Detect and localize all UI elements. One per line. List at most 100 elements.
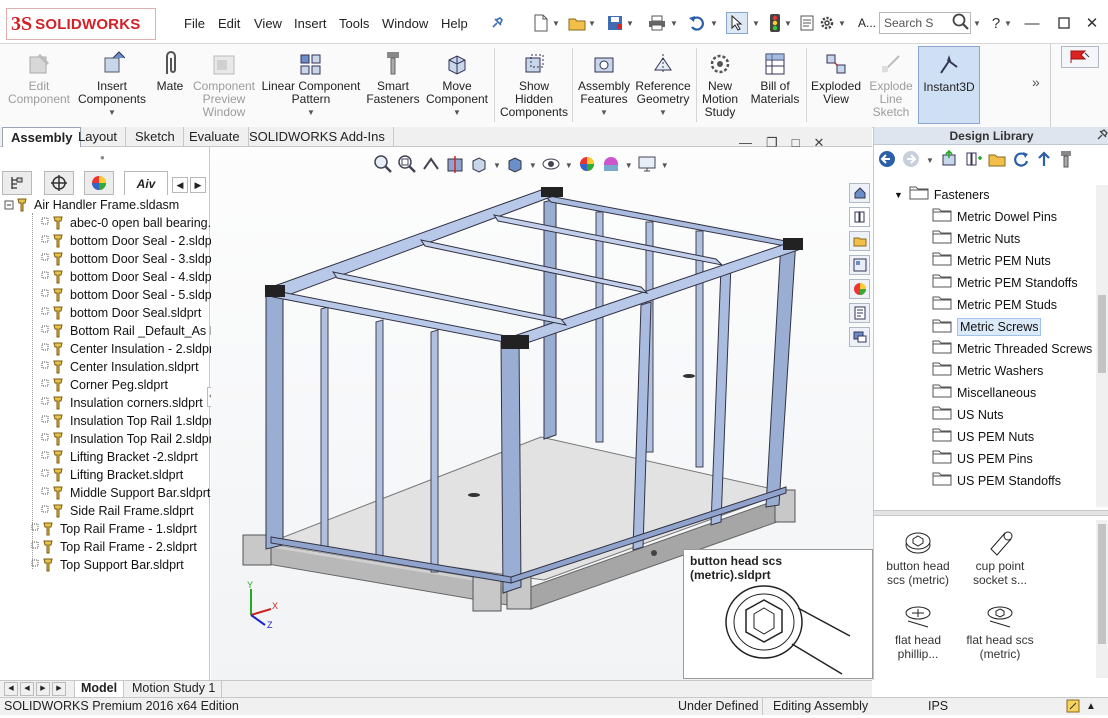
tree-item[interactable]: Insulation Top Rail 1.sldpr (40, 412, 213, 430)
tree-item[interactable]: Top Support Bar.sldprt (30, 556, 184, 574)
chevron-right-icon[interactable]: ▶ (190, 177, 206, 193)
units-status[interactable]: IPS (928, 698, 948, 715)
apply-scene-icon[interactable] (601, 154, 621, 177)
edit-component-button[interactable]: Edit Component (6, 50, 72, 106)
tree-item[interactable]: bottom Door Seal.sldprt (40, 304, 201, 322)
select-cursor-icon[interactable] (726, 12, 748, 34)
chevron-down-icon[interactable]: ▼ (784, 19, 792, 28)
undo-icon[interactable] (686, 12, 708, 34)
menu-edit[interactable]: Edit (218, 16, 240, 31)
tree-item[interactable]: Middle Support Bar.sldprt (40, 484, 210, 502)
refresh-icon[interactable] (1012, 150, 1030, 171)
viewport-restore-icon[interactable]: ❐ (766, 135, 778, 151)
tree-item[interactable]: Center Insulation - 2.sldpr (40, 340, 213, 358)
pane-splitter[interactable] (874, 510, 1108, 516)
folder-item[interactable]: Metric PEM Standoffs (932, 273, 1078, 293)
pin-icon[interactable] (486, 12, 508, 34)
chevron-down-icon[interactable]: ▼ (838, 19, 846, 28)
viewport-minimize-icon[interactable]: — (739, 135, 752, 151)
tree-item[interactable]: Top Rail Frame - 1.sldprt (30, 520, 197, 538)
folder-item[interactable]: Metric Dowel Pins (932, 207, 1057, 227)
tab-aiv[interactable]: Aiv (124, 171, 168, 195)
appearances-scenes-icon[interactable] (849, 279, 870, 299)
folder-tree-scrollbar[interactable] (1096, 185, 1108, 507)
forward-arrow-icon[interactable] (902, 150, 920, 171)
chevron-down-icon[interactable]: ▼ (752, 19, 760, 28)
design-library-icon[interactable] (849, 207, 870, 227)
folder-item[interactable]: Metric Nuts (932, 229, 1020, 249)
chevron-down-icon[interactable]: ▼ (670, 19, 678, 28)
folder-item[interactable]: Metric PEM Studs (932, 295, 1057, 315)
view-orientation-icon[interactable] (469, 154, 489, 177)
tree-item[interactable]: Corner Peg.sldprt (40, 376, 168, 394)
tree-item[interactable]: Lifting Bracket -2.sldprt (40, 448, 198, 466)
folder-item[interactable]: US PEM Standoffs (932, 471, 1061, 491)
chevron-down-icon[interactable]: ▼ (493, 161, 501, 170)
chevron-down-icon[interactable]: ▼ (552, 19, 560, 28)
tree-root-assembly[interactable]: Air Handler Frame.sldasm (4, 196, 179, 214)
chevron-down-icon[interactable]: ▼ (634, 106, 692, 119)
section-view-icon[interactable] (445, 154, 465, 177)
menu-view[interactable]: View (254, 16, 282, 31)
library-thumbnail[interactable]: flat head scs (metric) (960, 599, 1040, 661)
chevron-down-icon[interactable]: ▼ (1004, 19, 1012, 28)
zoom-to-area-icon[interactable] (397, 154, 417, 177)
toolbox-screw-icon[interactable] (1058, 150, 1074, 171)
linear-component-pattern-button[interactable]: Linear Component Pattern ▼ (260, 50, 362, 119)
library-thumbnail[interactable]: flat head phillip... (878, 599, 958, 661)
hide-show-items-icon[interactable] (541, 154, 561, 177)
ribbon-overflow-icon[interactable]: » (1032, 74, 1040, 90)
tree-item[interactable]: bottom Door Seal - 5.sldpr (40, 286, 216, 304)
tab-feature-manager[interactable] (2, 171, 32, 195)
menu-insert[interactable]: Insert (294, 16, 327, 31)
chevron-down-icon[interactable]: ▼ (625, 161, 633, 170)
tab-evaluate[interactable]: Evaluate (181, 127, 249, 147)
tree-item[interactable]: Lifting Bracket.sldprt (40, 466, 183, 484)
folder-item[interactable]: Metric Screws (932, 317, 1042, 337)
bill-of-materials-button[interactable]: Bill of Materials (748, 50, 802, 106)
move-component-button[interactable]: Move Component ▼ (424, 50, 490, 119)
tree-item[interactable]: bottom Door Seal - 2.sldpr (40, 232, 216, 250)
new-document-icon[interactable] (530, 12, 552, 34)
minimize-icon[interactable]: — (1020, 12, 1044, 34)
folder-item[interactable]: US PEM Pins (932, 449, 1033, 469)
thumbnail-scrollbar[interactable] (1096, 520, 1108, 678)
folder-item[interactable]: Metric Threaded Screws (932, 339, 1092, 359)
tree-item[interactable]: Side Rail Frame.sldprt (40, 502, 194, 520)
folder-item[interactable]: US PEM Nuts (932, 427, 1034, 447)
tree-item[interactable]: abec-0 open ball bearing.s (40, 214, 217, 232)
file-properties-icon[interactable] (796, 12, 818, 34)
menu-tools[interactable]: Tools (339, 16, 369, 31)
pin-icon[interactable] (1096, 129, 1108, 144)
tree-item[interactable]: Top Rail Frame - 2.sldprt (30, 538, 197, 556)
rebuild-indicator-icon[interactable] (1066, 699, 1080, 718)
mate-button[interactable]: Mate (150, 50, 190, 93)
chevron-right-icon[interactable]: ▶ (36, 682, 50, 696)
solidworks-logo[interactable]: 3S SOLIDWORKS (6, 8, 156, 40)
add-file-location-icon[interactable] (964, 150, 982, 171)
scrollbar-thumb[interactable] (1098, 524, 1106, 644)
chevron-down-icon[interactable]: ▼ (973, 19, 981, 28)
chevron-down-icon[interactable]: ▼ (588, 19, 596, 28)
new-motion-study-button[interactable]: New Motion Study (698, 50, 742, 119)
folder-item[interactable]: US Nuts (932, 405, 1004, 425)
chevron-left-icon[interactable]: ◀ (20, 682, 34, 696)
up-one-level-icon[interactable] (1036, 150, 1052, 171)
scrollbar-thumb[interactable] (1098, 295, 1106, 373)
tab-layout[interactable]: Layout (70, 127, 127, 147)
smart-fasteners-button[interactable]: Smart Fasteners (362, 50, 424, 106)
rebuild-traffic-light-icon[interactable] (764, 12, 786, 34)
chevron-down-icon[interactable]: ▼ (626, 19, 634, 28)
explode-line-sketch-button[interactable]: Explode Line Sketch (864, 50, 918, 119)
folder-item[interactable]: Metric PEM Nuts (932, 251, 1051, 271)
menu-window[interactable]: Window (382, 16, 428, 31)
tab-motion-study-1[interactable]: Motion Study 1 (126, 681, 223, 697)
overflow-label[interactable]: A... (858, 16, 876, 30)
first-tab-icon[interactable]: ◀ (4, 682, 18, 696)
print-icon[interactable] (646, 12, 668, 34)
create-new-folder-icon[interactable] (988, 150, 1006, 171)
chevron-down-icon[interactable]: ▼ (926, 156, 934, 165)
show-hidden-components-button[interactable]: Show Hidden Components (498, 50, 570, 119)
insert-components-button[interactable]: Insert Components ▼ (76, 50, 148, 119)
back-arrow-icon[interactable] (878, 150, 896, 171)
